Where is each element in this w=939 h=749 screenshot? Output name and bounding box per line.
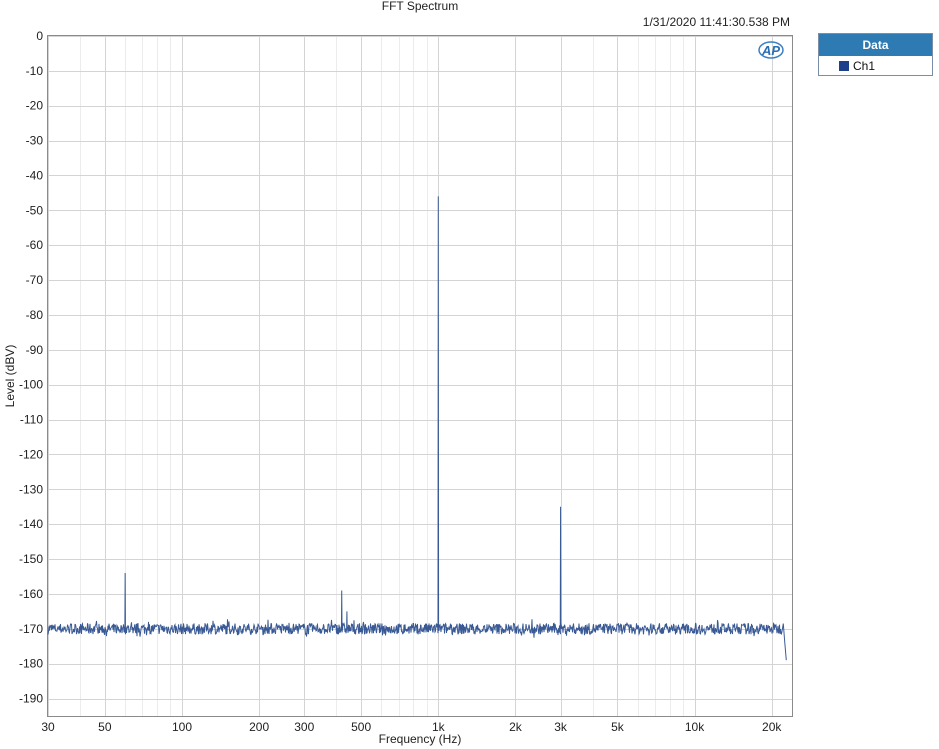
- y-tick-label: -20: [26, 99, 44, 113]
- y-tick-label: -30: [26, 134, 44, 148]
- ap-logo-text: AP: [761, 43, 780, 58]
- x-tick-label: 100: [172, 720, 192, 734]
- x-tick-label: 10k: [685, 720, 705, 734]
- y-tick-label: -150: [19, 552, 43, 566]
- x-axis-label: Frequency (Hz): [379, 732, 462, 746]
- y-tick-label: -110: [20, 413, 43, 427]
- legend-label-ch1: Ch1: [853, 59, 876, 73]
- y-tick-label: -190: [19, 692, 43, 706]
- y-tick-label: -80: [26, 308, 44, 322]
- grid: [48, 36, 792, 716]
- y-tick-label: -180: [19, 657, 43, 671]
- x-tick-label: 20k: [762, 720, 782, 734]
- x-tick-label: 500: [351, 720, 371, 734]
- x-tick-label: 50: [98, 720, 112, 734]
- chart-title: FFT Spectrum: [382, 0, 458, 13]
- series-ch1-line: [47, 196, 787, 661]
- x-tick-label: 300: [294, 720, 314, 734]
- y-tick-label: -170: [19, 622, 43, 636]
- y-tick-label: -160: [19, 587, 43, 601]
- y-tick-label: -130: [19, 482, 43, 496]
- y-tick-label: -120: [19, 447, 43, 461]
- legend: Data Ch1: [818, 33, 933, 76]
- timestamp: 1/31/2020 11:41:30.538 PM: [643, 15, 790, 29]
- ap-logo: AP: [758, 41, 784, 59]
- x-tick-label: 2k: [509, 720, 523, 734]
- y-tick-label: -100: [19, 378, 43, 392]
- y-tick-label: -90: [26, 343, 44, 357]
- x-tick-label: 30: [41, 720, 55, 734]
- y-axis-label: Level (dBV): [3, 345, 17, 408]
- plot-frame: [47, 35, 793, 717]
- y-tick-label: -40: [26, 168, 44, 182]
- legend-entry-ch1[interactable]: Ch1: [819, 56, 932, 76]
- fft-chart: FFT Spectrum 1/31/2020 11:41:30.538 PM 0…: [3, 0, 793, 746]
- legend-swatch-ch1: [839, 61, 849, 71]
- y-tick-label: -60: [26, 238, 44, 252]
- y-tick-label: -50: [26, 203, 44, 217]
- x-tick-label: 5k: [611, 720, 625, 734]
- y-tick-label: -70: [26, 273, 44, 287]
- x-tick-label: 3k: [554, 720, 568, 734]
- x-tick-label: 200: [249, 720, 269, 734]
- y-tick-label: -140: [19, 517, 43, 531]
- y-axis-ticks: 0 -10 -20 -30 -40 -50 -60 -70 -80 -90 -100 -110 -120…: [19, 29, 43, 706]
- y-tick-label: -10: [26, 64, 44, 78]
- y-tick-label: 0: [36, 29, 43, 43]
- legend-title: Data: [819, 34, 932, 56]
